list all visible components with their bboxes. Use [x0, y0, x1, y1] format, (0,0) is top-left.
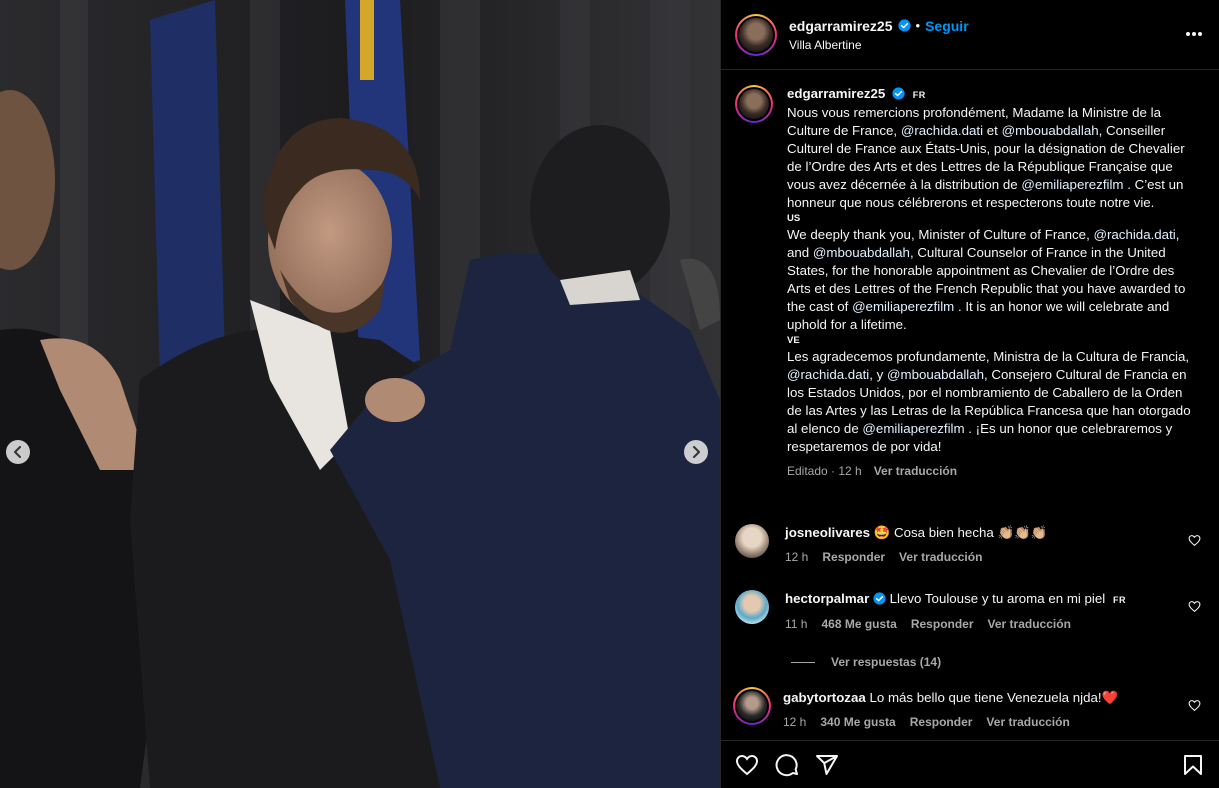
language-badge: FR [1112, 595, 1126, 605]
edited-timestamp: Editado · 12 h [787, 464, 862, 478]
mention-link[interactable]: @emiliaperezfilm [862, 421, 964, 436]
mention-link[interactable]: @emiliaperezfilm [852, 299, 954, 314]
comment-item: hectorpalmar Llevo Toulouse y tu aroma e… [735, 590, 1205, 631]
heart-emoji: ❤️ [1101, 690, 1119, 705]
separator-dot: • [915, 18, 921, 33]
avatar[interactable] [735, 13, 777, 56]
heart-icon[interactable] [1188, 534, 1201, 547]
mention-link[interactable]: @rachida.dati [1093, 227, 1175, 242]
comment-username[interactable]: gabytortozaa [783, 690, 866, 705]
post-dialog: edgarramirez25 • Seguir Villa Albertine [0, 0, 1219, 788]
avatar[interactable] [733, 687, 771, 725]
post-caption: edgarramirez25 FR Nous vous remercions p… [721, 71, 1219, 480]
bookmark-icon[interactable] [1181, 753, 1205, 777]
mention-link[interactable]: @mbouabdallah [813, 245, 910, 260]
chevron-left-icon [14, 446, 21, 458]
mention-link[interactable]: @emiliaperezfilm [1021, 177, 1123, 192]
reply-button[interactable]: Responder [911, 617, 974, 631]
post-side-panel: edgarramirez25 • Seguir Villa Albertine [720, 0, 1219, 788]
heart-icon[interactable] [1188, 600, 1201, 613]
comment-text: Llevo Toulouse y tu aroma en mi piel [889, 591, 1106, 606]
post-actions-bar [721, 740, 1219, 788]
see-translation-link[interactable]: Ver traducción [899, 550, 982, 564]
language-badge: FR [912, 90, 926, 100]
caption-english: We deeply thank you, Minister of Culture… [787, 227, 1186, 332]
comment-text: Cosa bien hecha 👏🏼👏🏼👏🏼 [893, 525, 1048, 540]
comment-icon[interactable] [775, 753, 799, 777]
comment-time: 11 h [785, 617, 808, 631]
avatar[interactable] [735, 590, 769, 624]
heart-icon[interactable] [735, 753, 759, 777]
view-replies-button[interactable]: Ver respuestas (14) [791, 655, 941, 669]
location-link[interactable]: Villa Albertine [789, 38, 969, 52]
comment-time: 12 h [783, 715, 807, 729]
comment-username[interactable]: hectorpalmar [785, 591, 869, 606]
likes-count[interactable]: 468 Me gusta [821, 617, 896, 631]
post-media[interactable] [0, 0, 720, 788]
caption-french: Nous vous remercions profondément, Madam… [787, 105, 1185, 210]
follow-button[interactable]: Seguir [925, 18, 969, 34]
next-image-button[interactable] [684, 440, 708, 464]
post-photo [0, 0, 720, 788]
verified-icon [897, 19, 911, 32]
comment-item: josneolivares 🤩 Cosa bien hecha 👏🏼👏🏼👏🏼 1… [735, 524, 1205, 564]
chevron-right-icon [693, 446, 700, 458]
caption-username[interactable]: edgarramirez25 [787, 86, 885, 101]
comment-item: gabytortozaa Lo más bello que tiene Vene… [733, 687, 1205, 729]
comments-scroll-area[interactable]: edgarramirez25 FR Nous vous remercions p… [721, 71, 1219, 740]
likes-count[interactable]: 340 Me gusta [820, 715, 895, 729]
comment-text: Lo más bello que tiene Venezuela njda! [869, 690, 1102, 705]
mention-link[interactable]: @mbouabdallah [887, 367, 984, 382]
post-header: edgarramirez25 • Seguir Villa Albertine [721, 0, 1219, 70]
comment-time: 12 h [785, 550, 809, 564]
mention-link[interactable]: @rachida.dati [787, 367, 869, 382]
see-translation-link[interactable]: Ver traducción [988, 617, 1071, 631]
verified-icon [892, 87, 905, 100]
share-icon[interactable] [815, 753, 839, 777]
caption-avatar[interactable] [735, 85, 773, 123]
reply-button[interactable]: Responder [910, 715, 973, 729]
flag-ve-tag: VE [787, 335, 800, 346]
avatar[interactable] [735, 524, 769, 558]
previous-image-button[interactable] [6, 440, 30, 464]
more-icon[interactable] [1185, 24, 1203, 39]
see-translation-link[interactable]: Ver traducción [986, 715, 1069, 729]
caption-spanish: Les agradecemos profundamente, Ministra … [787, 349, 1191, 454]
author-username[interactable]: edgarramirez25 [789, 18, 893, 34]
see-translation-link[interactable]: Ver traducción [874, 462, 957, 480]
mention-link[interactable]: @mbouabdallah [1002, 123, 1099, 138]
heart-icon[interactable] [1188, 699, 1201, 712]
flag-us-tag: US [787, 213, 801, 224]
mention-link[interactable]: @rachida.dati [901, 123, 983, 138]
verified-icon [873, 592, 886, 605]
comment-emoji: 🤩 [873, 525, 891, 540]
comment-username[interactable]: josneolivares [785, 525, 870, 540]
reply-button[interactable]: Responder [822, 550, 885, 564]
